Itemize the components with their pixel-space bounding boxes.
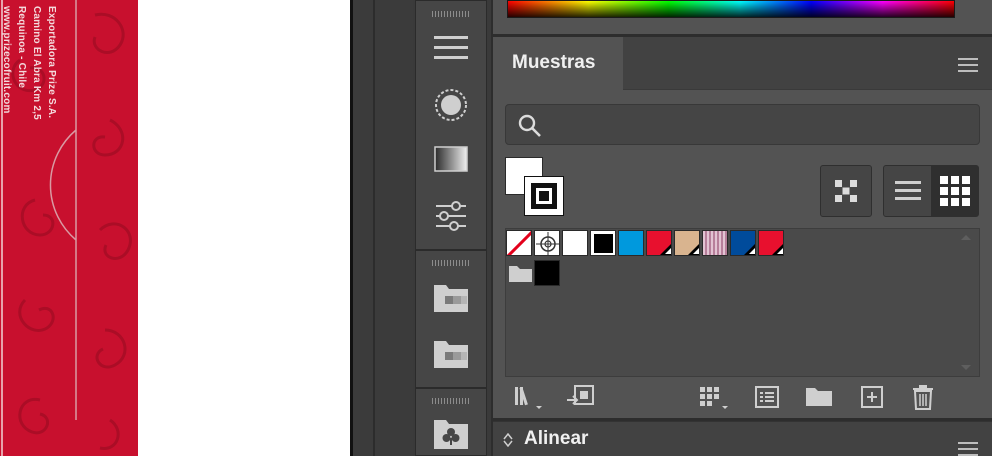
- place-swatches-button[interactable]: [566, 383, 596, 411]
- panel-menu-icon[interactable]: [958, 58, 978, 72]
- folder-swatch-icon[interactable]: [431, 277, 471, 317]
- swatch-red-2[interactable]: [758, 230, 784, 256]
- stroke-color-box[interactable]: [524, 176, 564, 216]
- list-view-button[interactable]: [884, 166, 931, 216]
- new-group-button[interactable]: [804, 383, 834, 411]
- swatch-blue[interactable]: [730, 230, 756, 256]
- menu-lines-icon[interactable]: [431, 28, 471, 68]
- swatch-white[interactable]: [562, 230, 588, 256]
- gradient-icon[interactable]: [431, 139, 471, 179]
- grip-handle-icon[interactable]: [432, 11, 470, 17]
- swatch-pattern[interactable]: [702, 230, 728, 256]
- dock-group-3: [415, 388, 487, 456]
- new-swatch-button[interactable]: [857, 383, 887, 411]
- grip-handle-icon[interactable]: [432, 398, 470, 404]
- grid-view-button[interactable]: [931, 166, 978, 216]
- location-text: Requinoa - Chile: [16, 6, 27, 89]
- sliders-icon[interactable]: [431, 196, 471, 236]
- libraries-button[interactable]: [513, 383, 543, 411]
- swatch-options-icon: [700, 387, 728, 409]
- folder-swatch-icon[interactable]: [431, 333, 471, 373]
- show-swatch-kinds-button[interactable]: [820, 165, 872, 217]
- company-name-text: Exportadora Prize S.A.: [46, 6, 57, 119]
- swatch-search-field[interactable]: [505, 104, 980, 145]
- swatches-tabbar: Muestras: [493, 37, 992, 90]
- dock-group-1: [415, 0, 487, 250]
- artboard-canvas[interactable]: Exportadora Prize S.A. Camino El Abra Km…: [0, 0, 350, 456]
- group-swatch-black[interactable]: [534, 260, 560, 286]
- swatch-kinds-icon: [835, 180, 857, 202]
- place-swatches-icon: [567, 385, 594, 405]
- tab-muestras-label: Muestras: [512, 52, 596, 73]
- scroll-down-icon[interactable]: [961, 365, 971, 370]
- new-swatch-icon: [861, 386, 883, 408]
- workspace-gutter: [353, 0, 413, 456]
- collapse-arrows-icon[interactable]: [503, 433, 513, 447]
- search-icon: [518, 114, 541, 137]
- dotted-circle-icon[interactable]: [431, 85, 471, 125]
- new-group-icon: [806, 388, 832, 406]
- swatch-list-button[interactable]: [752, 383, 782, 411]
- delete-swatch-button[interactable]: [908, 383, 938, 411]
- gutter-divider: [373, 0, 375, 456]
- swatch-group-folder-icon[interactable]: [508, 262, 534, 284]
- red-label-artwork: Exportadora Prize S.A. Camino El Abra Km…: [0, 0, 138, 456]
- swatch-list-icon: [755, 386, 779, 408]
- view-toggle: [883, 165, 979, 217]
- swatch-tan[interactable]: [674, 230, 700, 256]
- address-text: Camino El Abra Km 2,5: [31, 6, 42, 120]
- swatch-list: [505, 228, 980, 377]
- search-input[interactable]: [550, 113, 970, 137]
- list-view-icon: [894, 181, 921, 200]
- libraries-icon: [515, 387, 542, 409]
- swatch-options-button[interactable]: [698, 383, 728, 411]
- tab-alinear-label[interactable]: Alinear: [524, 428, 588, 450]
- swatch-registration[interactable]: [534, 230, 560, 256]
- dock-group-2: [415, 250, 487, 388]
- delete-icon: [913, 385, 933, 410]
- align-panel-menu-icon[interactable]: [958, 442, 978, 456]
- swatch-black[interactable]: [590, 230, 616, 256]
- club-folder-icon[interactable]: [431, 413, 471, 453]
- swatch-cyan[interactable]: [618, 230, 644, 256]
- scroll-up-icon[interactable]: [961, 235, 971, 240]
- color-spectrum-bar[interactable]: [507, 0, 955, 18]
- swatch-none[interactable]: [506, 230, 532, 256]
- align-panel-header: Alinear: [493, 421, 992, 456]
- tab-muestras[interactable]: Muestras: [493, 37, 623, 90]
- website-text: www.prizecofruit.com: [1, 6, 12, 114]
- swatch-red[interactable]: [646, 230, 672, 256]
- grid-view-icon: [939, 176, 970, 206]
- grip-handle-icon[interactable]: [432, 260, 470, 266]
- swatches-panel: Muestras: [493, 37, 992, 418]
- panel-icon-dock: [413, 0, 491, 456]
